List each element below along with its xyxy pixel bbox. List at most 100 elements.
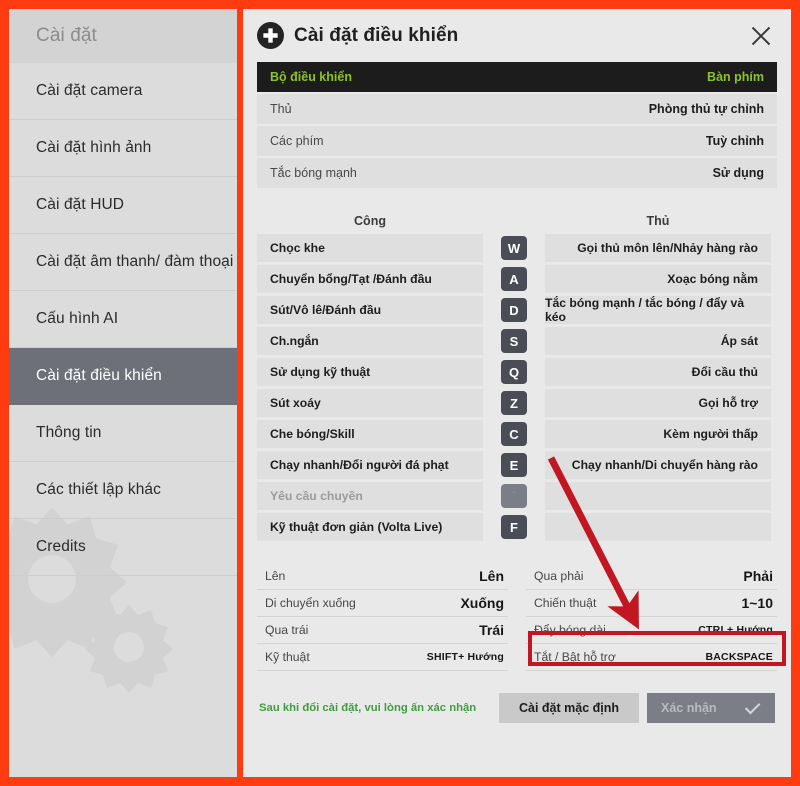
table-row[interactable]: Sử dụng kỹ thuật Q Đổi cầu thủ: [257, 358, 777, 386]
movement-row-right[interactable]: Qua phải Phải: [526, 563, 777, 590]
keybind-defense: Đổi cầu thủ: [545, 358, 771, 386]
table-row[interactable]: Kỹ thuật đơn giản (Volta Live) F: [257, 513, 777, 541]
movement-row-down[interactable]: Di chuyển xuống Xuống: [257, 590, 508, 617]
key-badge: E: [501, 453, 527, 477]
panel-title: Cài đặt điều khiển: [294, 24, 459, 46]
controller-type-row[interactable]: Bộ điều khiển Bàn phím: [257, 62, 777, 92]
confirm-button[interactable]: Xác nhận: [647, 693, 775, 723]
close-icon[interactable]: [747, 22, 775, 50]
sidebar-item-controls[interactable]: Cài đặt điều khiển: [9, 348, 237, 405]
keybind-defense: Kèm người thấp: [545, 420, 771, 448]
option-value: Sử dụng: [712, 166, 764, 180]
sidebar-item-label: Cài đặt HUD: [36, 196, 125, 213]
keybind-attack: Sử dụng kỹ thuật: [257, 358, 483, 386]
sidebar-item-info[interactable]: Thông tin: [9, 405, 237, 462]
column-header-key: [483, 214, 545, 228]
keybind-key[interactable]: A: [483, 265, 545, 293]
default-settings-label: Cài đặt mặc định: [518, 701, 620, 715]
movement-row-skill[interactable]: Kỹ thuật SHIFT+ Hướng: [257, 644, 508, 671]
sidebar-item-label: Cài đặt hình ảnh: [36, 139, 152, 156]
sidebar-item-audio[interactable]: Cài đặt âm thanh/ đàm thoại: [9, 234, 237, 291]
table-row[interactable]: Chạy nhanh/Đổi người đá phạt E Chạy nhan…: [257, 451, 777, 479]
keybind-attack: Kỹ thuật đơn giản (Volta Live): [257, 513, 483, 541]
movement-label: Qua phải: [534, 569, 584, 583]
key-badge: F: [501, 515, 527, 539]
movement-value: 1~10: [741, 595, 773, 611]
column-header-attack: Công: [354, 214, 386, 228]
column-header-defense: Thủ: [646, 214, 670, 228]
keybind-defense: Tắc bóng mạnh / tắc bóng / đẩy và kéo: [545, 296, 771, 324]
sidebar-item-image[interactable]: Cài đặt hình ảnh: [9, 120, 237, 177]
key-badge: S: [501, 329, 527, 353]
keybind-defense: Gọi hỗ trợ: [545, 389, 771, 417]
default-settings-button[interactable]: Cài đặt mặc định: [499, 693, 639, 723]
option-value: Tuỳ chỉnh: [705, 134, 764, 148]
movement-column-right: Qua phải Phải Chiến thuật 1~10 Đẩy bóng …: [526, 563, 777, 671]
sidebar-item-other[interactable]: Các thiết lập khác: [9, 462, 237, 519]
keybind-defense: Xoạc bóng nằm: [545, 265, 771, 293]
keybind-defense: Chạy nhanh/Di chuyển hàng rào: [545, 451, 771, 479]
keybind-table: Chọc khe W Gọi thủ môn lên/Nhảy hàng rào…: [257, 234, 777, 541]
sidebar-item-hud[interactable]: Cài đặt HUD: [9, 177, 237, 234]
option-label: Thủ: [270, 102, 292, 116]
keybind-key[interactable]: D: [483, 296, 545, 324]
movement-row-up[interactable]: Lên Lên: [257, 563, 508, 590]
movement-row-left[interactable]: Qua trái Trái: [257, 617, 508, 644]
gamepad-dpad-icon: [257, 22, 284, 49]
movement-value: Xuống: [460, 595, 504, 611]
panel-header: Cài đặt điều khiển: [243, 9, 791, 62]
keybind-key[interactable]: F: [483, 513, 545, 541]
option-row-keys[interactable]: Các phím Tuỳ chỉnh: [257, 126, 777, 156]
table-row[interactable]: Sút xoáy Z Gọi hỗ trợ: [257, 389, 777, 417]
table-row[interactable]: Sút/Vô lê/Đánh đầu D Tắc bóng mạnh / tắc…: [257, 296, 777, 324]
keybind-attack: Yêu cầu chuyền: [257, 482, 483, 510]
movement-label: Tắt / Bật hỗ trợ: [534, 650, 616, 664]
keybind-attack: Chạy nhanh/Đổi người đá phạt: [257, 451, 483, 479]
keybind-attack: Sút/Vô lê/Đánh đầu: [257, 296, 483, 324]
confirm-label: Xác nhận: [661, 701, 717, 715]
keybind-key[interactable]: `: [483, 482, 545, 510]
sidebar-item-credits[interactable]: Credits: [9, 519, 237, 576]
movement-label: Lên: [265, 569, 286, 583]
keybind-key[interactable]: Q: [483, 358, 545, 386]
controller-type-label: Bộ điều khiển: [270, 70, 352, 84]
movement-label: Di chuyển xuống: [265, 596, 356, 610]
key-badge: W: [501, 236, 527, 260]
sidebar-item-label: Thông tin: [36, 424, 102, 441]
keybind-key[interactable]: E: [483, 451, 545, 479]
option-row-defense[interactable]: Thủ Phòng thủ tự chỉnh: [257, 94, 777, 124]
movement-value: CTRL+ Hướng: [698, 624, 773, 636]
movement-row-assist-toggle[interactable]: Tắt / Bật hỗ trợ BACKSPACE: [526, 644, 777, 671]
sidebar-title: Cài đặt: [9, 9, 237, 63]
sidebar-item-label: Credits: [36, 538, 86, 555]
table-row[interactable]: Chuyển bổng/Tạt /Đánh đầu A Xoạc bóng nằ…: [257, 265, 777, 293]
movement-label: Kỹ thuật: [265, 650, 310, 664]
key-badge: C: [501, 422, 527, 446]
keybind-key[interactable]: Z: [483, 389, 545, 417]
movement-value: Lên: [479, 568, 504, 584]
keybind-key[interactable]: C: [483, 420, 545, 448]
table-row[interactable]: Che bóng/Skill C Kèm người thấp: [257, 420, 777, 448]
keybind-key[interactable]: W: [483, 234, 545, 262]
sidebar-item-camera[interactable]: Cài đặt camera: [9, 63, 237, 120]
movement-row-tactics[interactable]: Chiến thuật 1~10: [526, 590, 777, 617]
table-row[interactable]: Ch.ngắn S Áp sát: [257, 327, 777, 355]
movement-section: Lên Lên Di chuyển xuống Xuống Qua trái T…: [257, 563, 777, 671]
keybind-key[interactable]: S: [483, 327, 545, 355]
sidebar-item-ai[interactable]: Cấu hình AI: [9, 291, 237, 348]
option-label: Các phím: [270, 134, 324, 148]
movement-row-long-ball[interactable]: Đẩy bóng dài CTRL+ Hướng: [526, 617, 777, 644]
movement-label: Đẩy bóng dài: [534, 623, 606, 637]
panel-footer: Sau khi đổi cài đặt, vui lòng ấn xác nhậ…: [257, 693, 777, 723]
option-row-hard-tackle[interactable]: Tắc bóng mạnh Sử dụng: [257, 158, 777, 188]
key-badge: `: [501, 484, 527, 508]
key-badge: Z: [501, 391, 527, 415]
table-row[interactable]: Yêu cầu chuyền `: [257, 482, 777, 510]
option-label: Tắc bóng mạnh: [270, 166, 357, 180]
keybind-attack: Che bóng/Skill: [257, 420, 483, 448]
movement-label: Chiến thuật: [534, 596, 597, 610]
controls-settings-panel: Cài đặt điều khiển Bộ điều khiển Bàn phí…: [243, 9, 791, 777]
keybind-column-headers: Công Thủ: [257, 214, 777, 228]
table-row[interactable]: Chọc khe W Gọi thủ môn lên/Nhảy hàng rào: [257, 234, 777, 262]
option-value: Phòng thủ tự chỉnh: [648, 102, 764, 116]
